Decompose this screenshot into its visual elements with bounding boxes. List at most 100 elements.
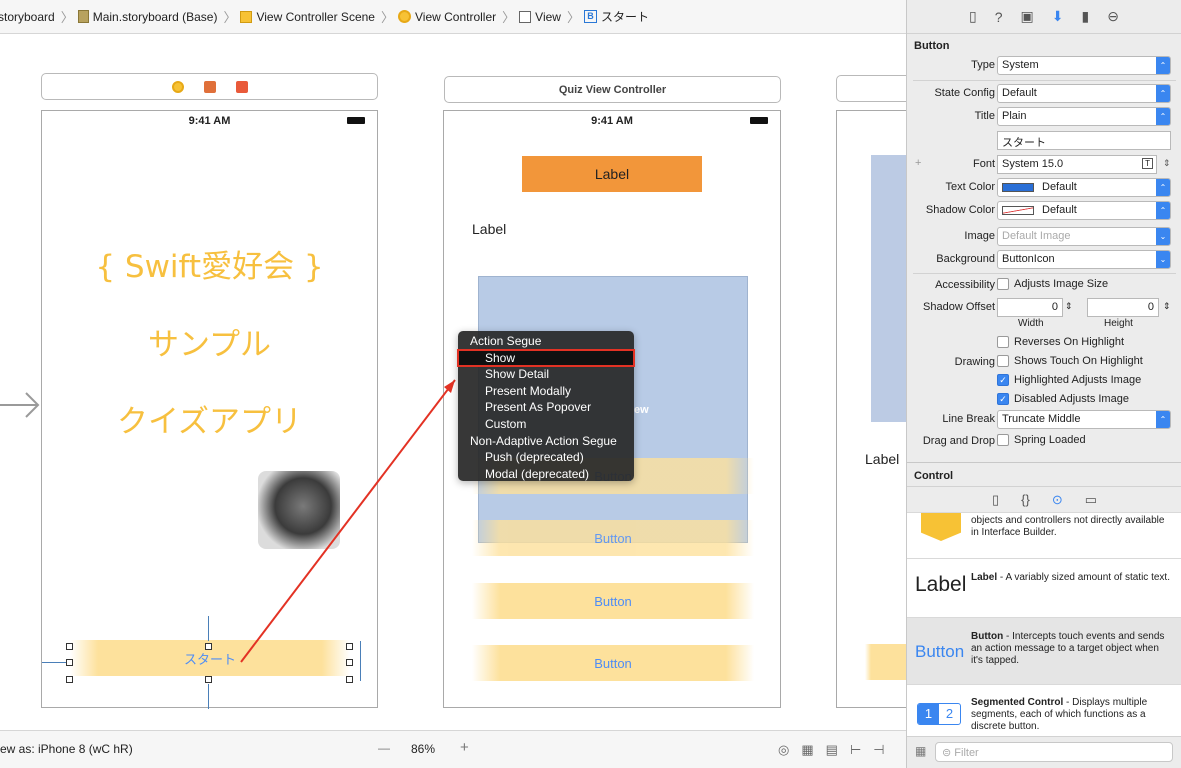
stepper-icon[interactable]: ⇕ bbox=[1163, 158, 1171, 169]
size-inspector-icon[interactable]: ▮ bbox=[1082, 8, 1090, 25]
library-item-custom-object[interactable]: objects and controllers not directly ava… bbox=[907, 512, 1181, 558]
title-text-field[interactable]: スタート bbox=[997, 131, 1171, 150]
identity-inspector-icon[interactable]: ▣ bbox=[1021, 8, 1034, 25]
constraint-line bbox=[42, 662, 66, 663]
breadcrumb-item-view[interactable]: View bbox=[519, 10, 561, 24]
breadcrumb-item-view-controller[interactable]: View Controller bbox=[397, 10, 496, 24]
font-field[interactable]: System 15.0 T bbox=[997, 155, 1157, 174]
storyboard-canvas[interactable]: 9:41 AM { Swift愛好会 } サンプル クイズアプリ スタート Qu… bbox=[0, 35, 925, 730]
breadcrumb-item-button[interactable]: B スタート bbox=[583, 8, 649, 25]
initial-vc-arrow-icon bbox=[0, 392, 40, 418]
breadcrumb-item-scene[interactable]: View Controller Scene bbox=[240, 10, 375, 24]
resize-handle[interactable] bbox=[205, 643, 212, 650]
result-label[interactable]: Label bbox=[865, 451, 899, 467]
title-label: Title bbox=[974, 110, 995, 122]
answer-button-4[interactable]: Button bbox=[472, 645, 754, 681]
chevron-right-icon: 〉 bbox=[60, 10, 74, 25]
media-library-icon[interactable]: ▭ bbox=[1085, 492, 1097, 512]
image-combo[interactable]: Default Image ⌄ bbox=[997, 227, 1171, 246]
stepper-icon[interactable]: ⇕ bbox=[1163, 301, 1171, 312]
state-config-popup[interactable]: Default ⌃ bbox=[997, 84, 1171, 103]
file-inspector-icon[interactable]: ▯ bbox=[969, 8, 977, 25]
inspector-panel: ▯ ? ▣ ⬇ ▮ ⊖ Button Type System ⌃ State Co… bbox=[906, 0, 1181, 768]
filter-input[interactable]: ⊜ Filter bbox=[935, 742, 1173, 762]
segue-custom[interactable]: Custom bbox=[458, 416, 634, 433]
highlighted-adjusts-checkbox[interactable]: ✓ Highlighted Adjusts Image bbox=[997, 374, 1141, 387]
breadcrumb-item-storyboard[interactable]: storyboard bbox=[0, 10, 55, 24]
code-snippet-icon[interactable]: {} bbox=[1021, 492, 1030, 512]
hero-title-label[interactable]: { Swift愛好会 } bbox=[42, 241, 377, 286]
file-template-icon[interactable]: ▯ bbox=[992, 492, 999, 512]
popup-arrow-icon: ⌄ bbox=[1156, 251, 1170, 268]
plus-icon[interactable]: + bbox=[915, 157, 921, 169]
state-config-label: State Config bbox=[934, 87, 995, 99]
scene-dock-view-controller[interactable] bbox=[41, 73, 378, 100]
status-bar: 9:41 AM bbox=[42, 111, 377, 131]
segue-present-popover[interactable]: Present As Popover bbox=[458, 399, 634, 416]
view-as-device-button[interactable]: ew as: iPhone 8 (wC hR) bbox=[0, 742, 133, 756]
popup-arrow-icon: ⌃ bbox=[1156, 85, 1170, 102]
shadow-height-field[interactable]: 0 bbox=[1087, 298, 1159, 317]
segue-push[interactable]: Push (deprecated) bbox=[458, 449, 634, 466]
segue-present-modally[interactable]: Present Modally bbox=[458, 383, 634, 400]
update-frames-icon[interactable]: ◎ bbox=[778, 742, 789, 758]
embed-in-stack-icon[interactable]: ▦ bbox=[801, 742, 813, 758]
question-label[interactable]: Label bbox=[522, 156, 702, 192]
resize-handle[interactable] bbox=[346, 676, 353, 683]
view-icon bbox=[519, 10, 532, 23]
spring-loaded-checkbox[interactable]: Spring Loaded bbox=[997, 434, 1086, 447]
resize-handle[interactable] bbox=[66, 676, 73, 683]
answer-button-3[interactable]: Button bbox=[472, 583, 754, 619]
connections-inspector-icon[interactable]: ⊖ bbox=[1107, 8, 1119, 25]
answer-button-2[interactable]: Button bbox=[472, 520, 754, 556]
disabled-adjusts-checkbox[interactable]: ✓ Disabled Adjusts Image bbox=[997, 393, 1129, 406]
text-color-label: Text Color bbox=[945, 181, 995, 193]
add-constraints-icon[interactable]: ⊢ bbox=[850, 742, 861, 758]
segue-show-detail[interactable]: Show Detail bbox=[458, 366, 634, 383]
segue-show[interactable]: Show bbox=[457, 348, 635, 368]
object-cube-icon bbox=[921, 513, 961, 541]
popup-arrow-icon: ⌃ bbox=[1156, 108, 1170, 125]
library-item-button[interactable]: Button Button - Intercepts touch events … bbox=[907, 617, 1181, 684]
align-icon[interactable]: ▤ bbox=[826, 742, 838, 758]
background-combo[interactable]: ButtonIcon ⌄ bbox=[997, 250, 1171, 269]
scene-dock-quiz[interactable]: Quiz View Controller bbox=[444, 76, 781, 103]
drawing-label: Drawing bbox=[954, 356, 995, 368]
quick-help-icon[interactable]: ? bbox=[995, 9, 1003, 25]
breadcrumb-item-main-storyboard[interactable]: Main.storyboard (Base) bbox=[77, 10, 217, 24]
adjusts-image-size-checkbox[interactable]: Adjusts Image Size bbox=[997, 278, 1108, 291]
stepper-icon[interactable]: ⇕ bbox=[1065, 301, 1073, 312]
first-responder-icon[interactable] bbox=[203, 80, 216, 93]
exit-icon[interactable] bbox=[235, 80, 248, 93]
label-preview-icon: Label bbox=[915, 573, 967, 596]
line-break-popup[interactable]: Truncate Middle ⌃ bbox=[997, 410, 1171, 429]
font-picker-icon[interactable]: T bbox=[1142, 158, 1153, 169]
scene-icon bbox=[240, 10, 253, 23]
zoom-in-button[interactable]: + bbox=[460, 739, 469, 756]
resolve-issues-icon[interactable]: ⊣ bbox=[873, 742, 884, 758]
shows-touch-checkbox[interactable]: Shows Touch On Highlight bbox=[997, 355, 1143, 368]
zoom-out-button[interactable]: — bbox=[378, 741, 390, 755]
reverses-checkbox[interactable]: Reverses On Highlight bbox=[997, 336, 1124, 349]
inspector-tabs: ▯ ? ▣ ⬇ ▮ ⊖ bbox=[907, 0, 1181, 34]
shadow-width-field[interactable]: 0 bbox=[997, 298, 1063, 317]
resize-handle[interactable] bbox=[205, 676, 212, 683]
object-library-icon[interactable]: ⊙ bbox=[1052, 492, 1063, 512]
library-item-label[interactable]: Label Label - A variably sized amount of… bbox=[907, 558, 1181, 617]
text-color-popup[interactable]: Default ⌃ bbox=[997, 178, 1171, 197]
shadow-color-popup[interactable]: Default ⌃ bbox=[997, 201, 1171, 220]
segue-modal[interactable]: Modal (deprecated) bbox=[458, 466, 634, 483]
resize-handle[interactable] bbox=[66, 659, 73, 666]
type-label: Type bbox=[971, 59, 995, 71]
view-controller-icon[interactable] bbox=[171, 80, 184, 93]
button-b-icon: B bbox=[583, 10, 597, 23]
library-item-segmented-control[interactable]: 1 2 Segmented Control - Displays multipl… bbox=[907, 684, 1181, 736]
scene-third-view-controller[interactable]: Label bbox=[836, 110, 925, 708]
resize-handle[interactable] bbox=[66, 643, 73, 650]
attributes-inspector-icon[interactable]: ⬇ bbox=[1052, 8, 1064, 25]
type-popup[interactable]: System ⌃ bbox=[997, 56, 1171, 75]
title-type-popup[interactable]: Plain ⌃ bbox=[997, 107, 1171, 126]
quiz-label[interactable]: Label bbox=[472, 221, 506, 237]
scene-dock-third[interactable] bbox=[836, 75, 916, 102]
grid-view-icon[interactable]: ▦ bbox=[915, 744, 926, 758]
